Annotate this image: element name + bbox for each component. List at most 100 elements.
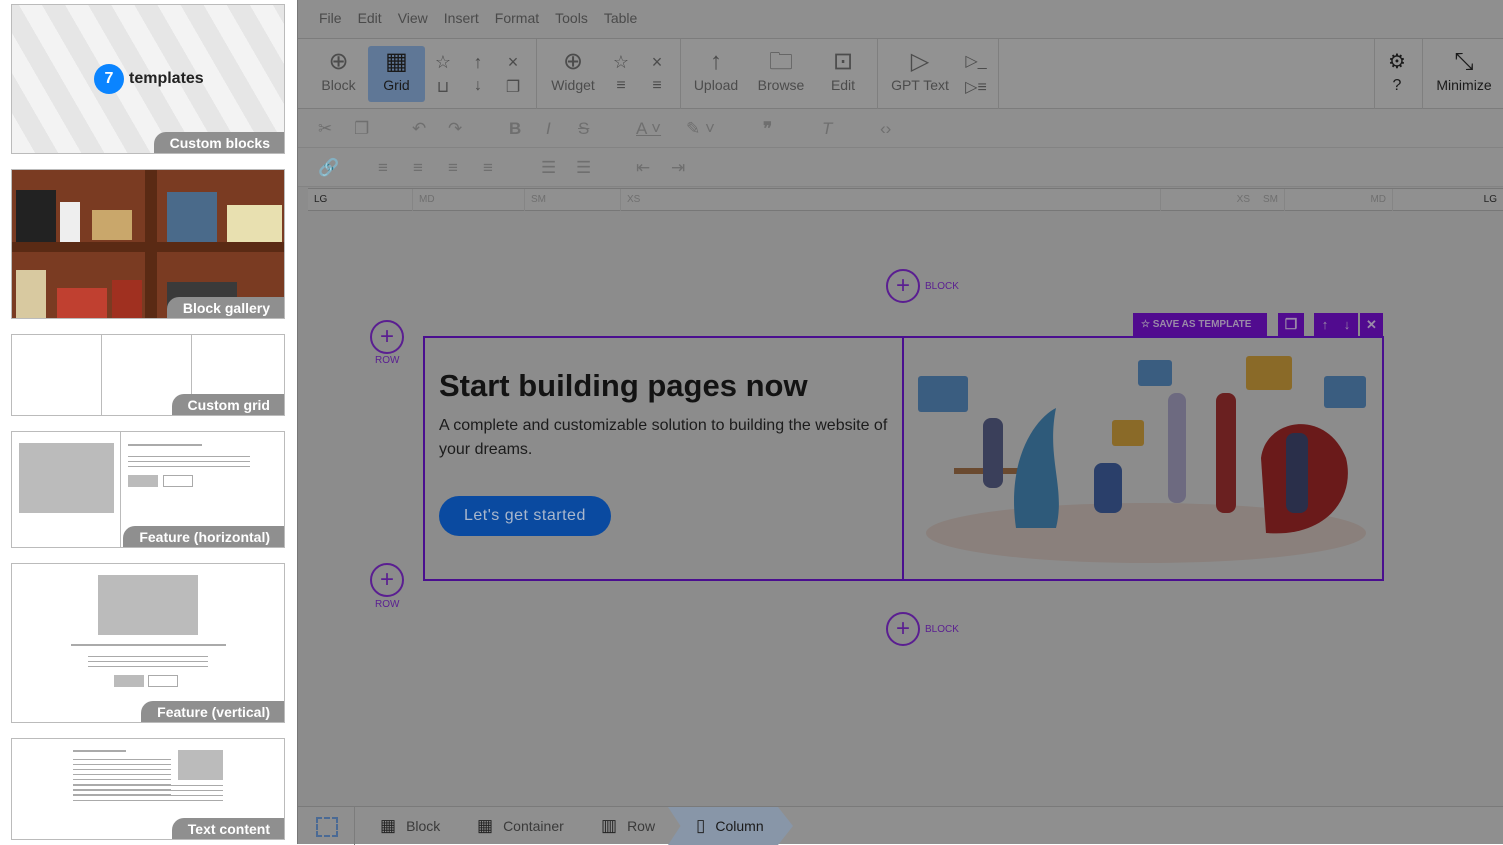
card-text-content[interactable]: Text content [11,738,285,840]
card-custom-blocks[interactable]: 7 templates Custom blocks [11,4,285,154]
insert-icon[interactable]: ⊔ [437,79,449,96]
menu-format[interactable]: Format [495,0,539,38]
ruler-xs[interactable]: XS [620,189,1160,211]
play-icon: ▷ [910,48,930,75]
ruler-sm-right[interactable]: SM [1226,189,1284,211]
outdent-icon[interactable]: ⇤ [636,158,650,178]
team-illustration [918,356,1366,563]
card-label: Feature (vertical) [141,701,284,722]
ruler-lg[interactable]: LG [308,189,412,211]
minimize-arrows-icon: ⤡ [1454,48,1474,75]
card-block-gallery[interactable]: Block gallery [11,169,285,319]
undo-icon[interactable]: ↶ [412,119,426,139]
plus-circle-icon: ⊕ [328,48,349,75]
arrow-down-icon[interactable]: ↓ [474,77,482,94]
menu-insert[interactable]: Insert [444,0,479,38]
gpt-paragraph-icon[interactable]: ▷≡ [965,79,987,96]
align-center-icon[interactable]: ≡ [413,158,423,178]
duplicate-icon[interactable]: ❐ [506,79,520,96]
move-down-button[interactable]: ↓ [1336,313,1358,336]
align-top-icon[interactable]: ≡ [616,77,625,94]
source-code-icon[interactable]: ‹› [880,119,891,139]
select-element-icon[interactable] [316,817,338,837]
ruler-md[interactable]: MD [412,189,524,211]
redo-icon[interactable]: ↷ [448,119,462,139]
format-toolbar-row-2: 🔗 ≡ ≡ ≡ ≡ ☰ ☰ ⇤ ⇥ [298,148,1503,187]
copy-icon[interactable]: ❐ [354,119,369,139]
text-column[interactable]: Start building pages now A complete and … [425,338,904,579]
breadcrumb-column[interactable]: ▯ Column [668,807,793,845]
ruler-lg-right[interactable]: LG [1392,189,1503,211]
breadcrumb-container[interactable]: ▦ Container [477,807,564,845]
image-placeholder-icon [98,575,198,635]
hero-text[interactable]: A complete and customizable solution to … [439,414,888,462]
card-feature-vertical[interactable]: Feature (vertical) [11,563,285,723]
menu-edit[interactable]: Edit [358,0,382,38]
add-block-bottom-button[interactable]: + [886,612,920,646]
card-label: Text content [171,818,284,839]
ruler-sm[interactable]: SM [524,189,620,211]
numbered-list-icon[interactable]: ☰ [576,158,591,178]
indent-icon[interactable]: ⇥ [671,158,685,178]
block-button[interactable]: ⊕ Block [316,39,361,109]
breadcrumb-block[interactable]: ▦ Block [380,807,440,845]
toolbar: ⊕ Block ▦ Grid ☆ ⊔ ↑ ↓ × ❐ ⊕ Widget ☆ ≡ × ≡ ↑ Upl… [298,38,1503,109]
upload-button[interactable]: ↑ Upload [693,39,739,109]
card-feature-horizontal[interactable]: Feature (horizontal) [11,431,285,548]
text-color-icon[interactable]: A ˅ [636,119,661,139]
columns-icon: ▥ [601,816,618,835]
browse-button[interactable]: 🗀 Browse [756,39,806,109]
menu-table[interactable]: Table [604,0,637,38]
hero-heading[interactable]: Start building pages now [439,368,888,404]
arrow-up-icon[interactable]: ↑ [468,47,488,77]
add-block-top-button[interactable]: + [886,269,920,303]
help-icon[interactable]: ? [1393,77,1402,94]
align-right-icon[interactable]: ≡ [448,158,458,178]
clear-format-icon[interactable]: T [822,119,832,139]
grid-button[interactable]: ▦ Grid [368,46,425,102]
card-label: Feature (horizontal) [123,526,284,547]
gpt-line-icon[interactable]: ▷_ [965,47,987,77]
ruler-md-right[interactable]: MD [1284,189,1392,211]
add-row-top-button[interactable]: + [370,320,404,354]
star-icon[interactable]: ☆ [433,47,453,77]
save-as-template-button[interactable]: ☆ SAVE AS TEMPLATE [1133,313,1267,336]
close-icon[interactable]: × [503,47,523,77]
add-block-label: BLOCK [925,281,959,292]
menu-view[interactable]: View [398,0,428,38]
align-justify-icon[interactable]: ≡ [483,158,493,178]
link-icon[interactable]: 🔗 [318,158,339,178]
align-bottom-icon[interactable]: ≡ [652,77,661,94]
edit-image-button[interactable]: ⊡ Edit [828,39,858,109]
move-up-button[interactable]: ↑ [1314,313,1336,336]
menu-tools[interactable]: Tools [555,0,588,38]
gpt-text-button[interactable]: ▷ GPT Text [890,39,950,109]
format-toolbar-row-1: ✂ ❐ ↶ ↷ B I S A ˅ ✎ ˅ ❞ T ‹› [298,109,1503,148]
content-row[interactable]: Start building pages now A complete and … [423,336,1384,581]
align-left-icon[interactable]: ≡ [378,158,388,178]
column-icon: ▯ [696,816,706,835]
get-started-button[interactable]: Let's get started [439,496,611,536]
template-sidebar: 7 templates Custom blocks Block gallery … [0,0,298,844]
add-row-bottom-button[interactable]: + [370,563,404,597]
minimize-button[interactable]: ⤡ Minimize [1433,39,1495,109]
menu-file[interactable]: File [319,0,342,38]
breadcrumb-row[interactable]: ▥ Row [601,807,655,845]
highlight-color-icon[interactable]: ✎ ˅ [686,119,715,139]
duplicate-block-button[interactable]: ❐ [1278,313,1304,336]
menu-bar: File Edit View Insert Format Tools Table [298,0,1503,38]
card-custom-grid[interactable]: Custom grid [11,334,285,416]
italic-icon[interactable]: I [546,119,551,139]
cut-icon[interactable]: ✂ [318,119,332,139]
image-edit-icon: ⊡ [832,48,854,75]
templates-text: templates [129,70,204,87]
bullet-list-icon[interactable]: ☰ [541,158,556,178]
blockquote-icon[interactable]: ❞ [763,119,772,139]
widget-button[interactable]: ⊕ Widget [548,39,598,109]
bold-icon[interactable]: B [509,119,521,139]
strikethrough-icon[interactable]: S [578,119,589,139]
star-icon[interactable]: ☆ [611,47,631,77]
delete-block-button[interactable]: ✕ [1360,313,1383,336]
close-icon[interactable]: × [647,47,667,77]
settings-gear-icon[interactable]: ⚙ [1385,47,1409,77]
